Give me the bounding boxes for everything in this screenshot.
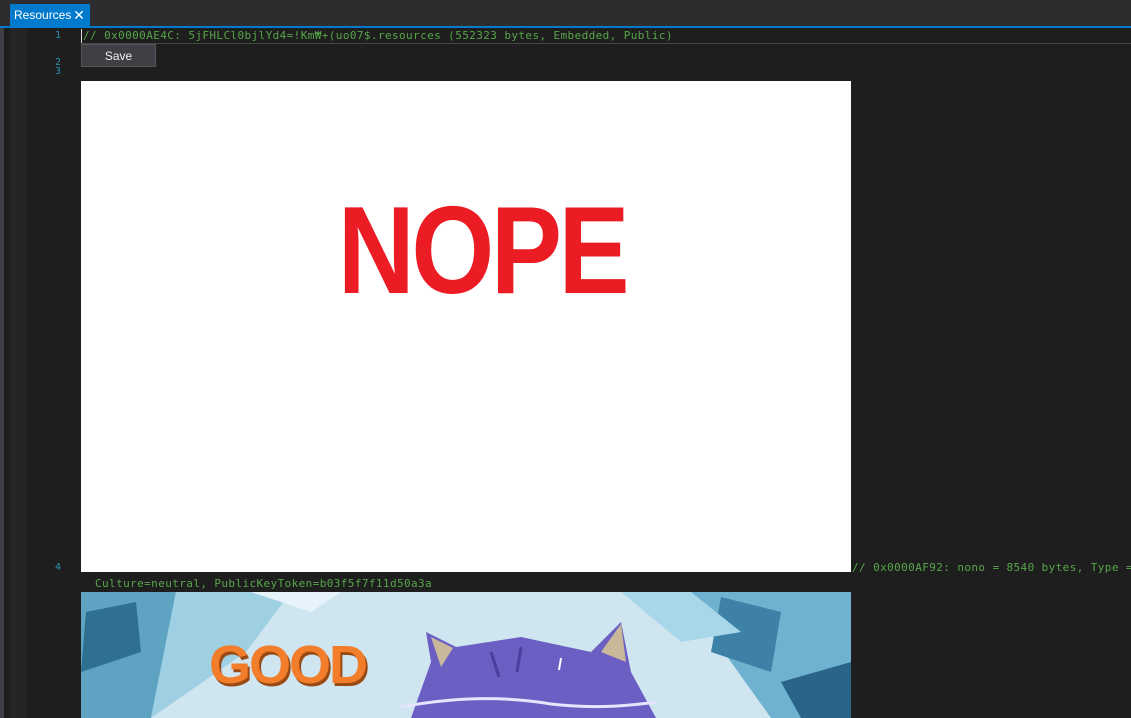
- window-left-edge: [0, 0, 4, 718]
- editor-margin: [10, 28, 27, 718]
- resource-header-comment[interactable]: // 0x0000AE4C: 5jFHLCl0bjlYd4=!Km₩+(uo07…: [83, 29, 673, 43]
- line-number-1: 1: [54, 30, 61, 41]
- resource-image-nope: NOPE: [81, 81, 851, 572]
- tab-label: Resources: [14, 8, 72, 22]
- save-button[interactable]: Save: [81, 44, 156, 67]
- good-image-text: GOOD: [209, 635, 368, 695]
- document-tab-strip: Resources ✕: [0, 0, 1131, 28]
- close-icon[interactable]: ✕: [72, 4, 86, 27]
- nope-image-text: NOPE: [337, 182, 630, 320]
- anime-cat-illustration: [81, 592, 851, 718]
- resource-image-good: GOOD: [81, 592, 851, 718]
- tab-resources[interactable]: Resources ✕: [10, 4, 90, 27]
- line-number-gutter: 1 2 3 4: [27, 28, 77, 718]
- resource-entry-comment[interactable]: // 0x0000AF92: nono = 8540 bytes, Type =: [852, 561, 1131, 575]
- line-number-3: 3: [54, 66, 61, 77]
- line-number-4: 4: [54, 562, 61, 573]
- text-caret: [81, 29, 82, 43]
- resource-entry-comment-wrap[interactable]: Culture=neutral, PublicKeyToken=b03f5f7f…: [95, 577, 432, 591]
